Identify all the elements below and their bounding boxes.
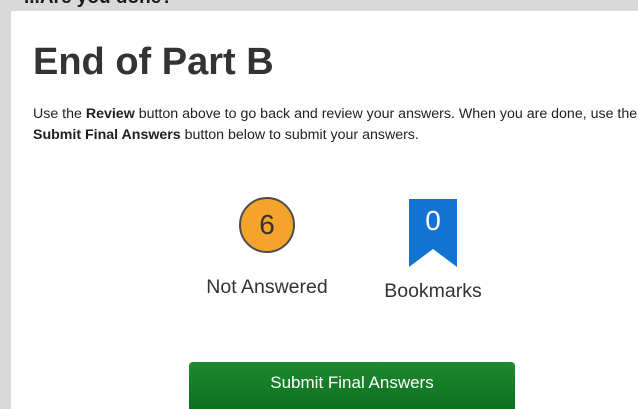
bookmarks-label: Bookmarks <box>384 280 482 302</box>
instructions-part-1: Use the <box>33 106 86 122</box>
instructions-part-3: button below to submit your answers. <box>180 127 419 143</box>
submit-reference: Submit Final Answers <box>33 127 181 143</box>
page-heading-cut: ...Are you done? <box>24 0 173 9</box>
end-of-section-panel: End of Part B Use the Review button abov… <box>11 11 638 409</box>
not-answered-stat[interactable]: 6 Not Answered <box>197 197 337 299</box>
instructions-text: Use the Review button above to go back a… <box>33 104 638 146</box>
bookmarks-count: 0 <box>425 205 441 236</box>
review-reference: Review <box>85 106 135 122</box>
bookmarks-stat[interactable]: 0 Bookmarks <box>373 197 493 303</box>
instructions-part-2: button above to go back and review your … <box>134 106 638 122</box>
not-answered-label: Not Answered <box>206 276 328 298</box>
page-title: End of Part B <box>33 41 274 83</box>
not-answered-count-badge: 6 <box>239 197 295 253</box>
submit-final-answers-button[interactable]: Submit Final Answers <box>189 362 515 409</box>
bookmark-ribbon-icon: 0 <box>407 199 459 269</box>
